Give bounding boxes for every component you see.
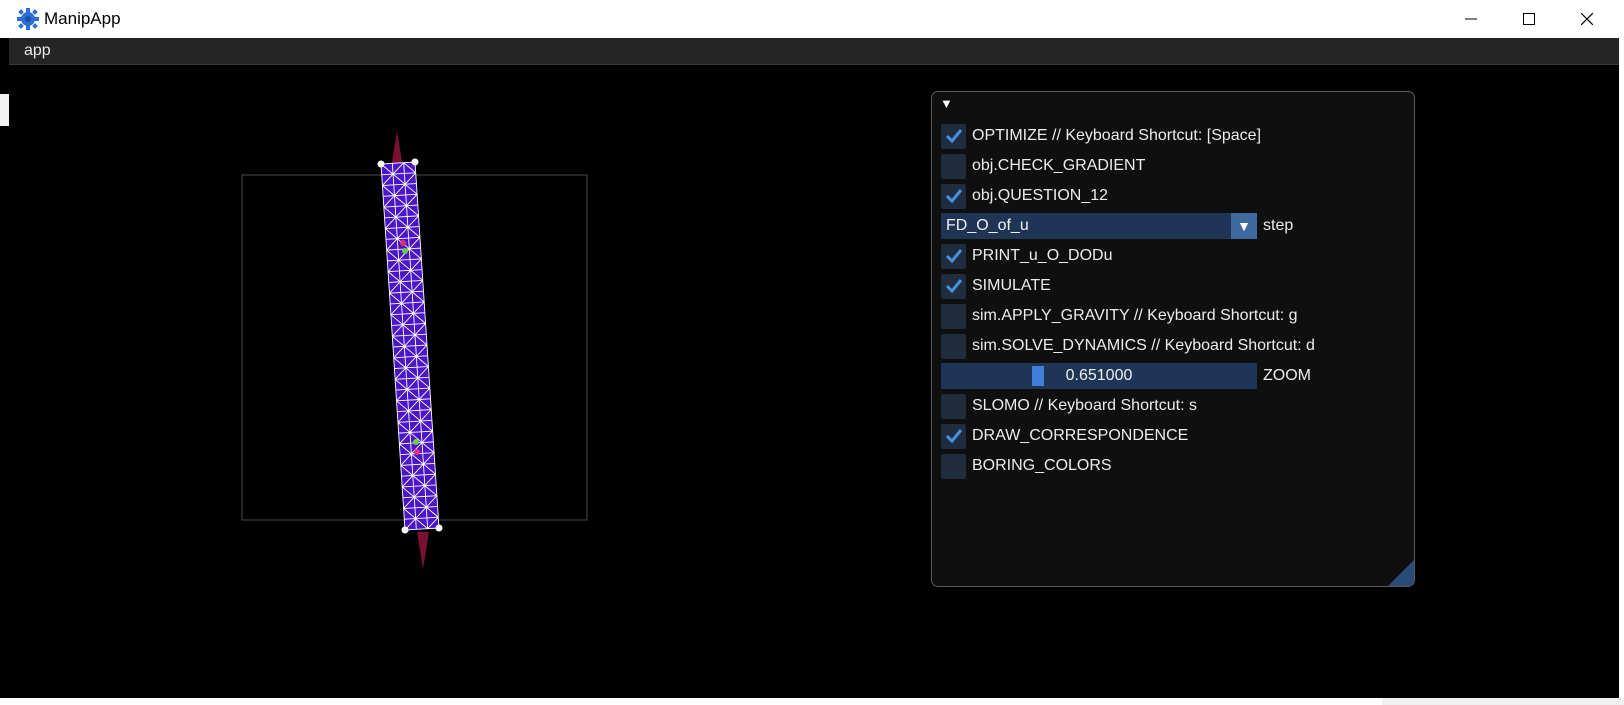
simulate-checkbox[interactable]	[941, 273, 966, 299]
solve-dynamics-label: sim.SOLVE_DYNAMICS // Keyboard Shortcut:…	[972, 337, 1315, 354]
print-u-checkbox[interactable]	[941, 243, 966, 269]
solve-dynamics-row[interactable]: sim.SOLVE_DYNAMICS // Keyboard Shortcut:…	[941, 333, 1315, 359]
boring-colors-checkbox[interactable]	[941, 453, 966, 479]
step-row: FD_O_of_u ▼ step	[941, 213, 1293, 239]
triangle-down-icon[interactable]: ▼	[1231, 213, 1257, 239]
minimize-button[interactable]	[1442, 0, 1500, 38]
check-icon	[945, 249, 962, 264]
simulate-label: SIMULATE	[972, 277, 1051, 294]
zoom-value: 0.651000	[1065, 367, 1133, 384]
apply-gravity-checkbox[interactable]	[941, 303, 966, 329]
zoom-slider[interactable]: 0.651000	[941, 363, 1257, 389]
step-combo[interactable]: FD_O_of_u ▼	[941, 213, 1257, 239]
check-gradient-label: obj.CHECK_GRADIENT	[972, 157, 1146, 174]
question-12-checkbox[interactable]	[941, 183, 966, 209]
boring-colors-row[interactable]: BORING_COLORS	[941, 453, 1112, 479]
gear-icon	[17, 8, 39, 30]
print-u-label: PRINT_u_O_DODu	[972, 247, 1113, 264]
correspondence-point	[413, 439, 419, 445]
draw-correspondence-row[interactable]: DRAW_CORRESPONDENCE	[941, 423, 1188, 449]
question-12-label: obj.QUESTION_12	[972, 187, 1109, 204]
correspondence-point	[400, 240, 406, 246]
apply-gravity-label: sim.APPLY_GRAVITY // Keyboard Shortcut: …	[972, 307, 1298, 324]
mesh-corner	[377, 160, 385, 168]
print-u-row[interactable]: PRINT_u_O_DODu	[941, 243, 1113, 269]
background-window-sliver	[0, 94, 9, 126]
draw-correspondence-label: DRAW_CORRESPONDENCE	[972, 427, 1189, 444]
maximize-button[interactable]	[1500, 0, 1558, 38]
boring-colors-label: BORING_COLORS	[972, 457, 1112, 474]
mesh-corner	[401, 526, 409, 534]
draw-correspondence-checkbox[interactable]	[941, 423, 966, 449]
mesh-corner	[435, 524, 443, 532]
slomo-row[interactable]: SLOMO // Keyboard Shortcut: s	[941, 393, 1197, 419]
close-icon	[1581, 13, 1593, 25]
step-label: step	[1263, 217, 1294, 234]
check-icon	[945, 189, 962, 204]
step-combo-value: FD_O_of_u	[946, 217, 1029, 234]
title-bar: ManipApp	[0, 0, 1624, 38]
maximize-icon	[1523, 13, 1535, 25]
check-gradient-checkbox[interactable]	[941, 153, 966, 179]
triangle-down-icon[interactable]: ▼	[940, 96, 953, 111]
optimize-row[interactable]: OPTIMIZE // Keyboard Shortcut: [Space]	[941, 123, 1261, 149]
slomo-checkbox[interactable]	[941, 393, 966, 419]
slomo-label: SLOMO // Keyboard Shortcut: s	[972, 397, 1197, 414]
simulation-canvas[interactable]	[9, 38, 909, 698]
zoom-label: ZOOM	[1263, 367, 1311, 384]
correspondence-point	[402, 248, 408, 254]
triangle-mesh	[380, 161, 440, 531]
control-panel: ▼ OPTIMIZE // Keyboard Shortcut: [Space]…	[931, 91, 1415, 587]
mesh-corner	[411, 158, 419, 166]
check-icon	[945, 279, 962, 294]
question-12-row[interactable]: obj.QUESTION_12	[941, 183, 1108, 209]
check-icon	[945, 429, 962, 444]
background-window-sliver	[1382, 698, 1624, 705]
correspondence-point	[414, 449, 420, 455]
check-icon	[945, 129, 962, 144]
optimize-checkbox[interactable]	[941, 123, 966, 149]
bottom-handle	[417, 532, 429, 569]
window-left-border	[0, 38, 9, 698]
zoom-row: 0.651000 ZOOM	[941, 363, 1311, 389]
check-gradient-row[interactable]: obj.CHECK_GRADIENT	[941, 153, 1145, 179]
simulate-row[interactable]: SIMULATE	[941, 273, 1051, 299]
resize-grip[interactable]	[1388, 560, 1414, 586]
apply-gravity-row[interactable]: sim.APPLY_GRAVITY // Keyboard Shortcut: …	[941, 303, 1297, 329]
close-button[interactable]	[1558, 0, 1616, 38]
optimize-label: OPTIMIZE // Keyboard Shortcut: [Space]	[972, 127, 1262, 144]
window-title: ManipApp	[44, 9, 121, 28]
solve-dynamics-checkbox[interactable]	[941, 333, 966, 359]
minimize-icon	[1465, 18, 1477, 20]
